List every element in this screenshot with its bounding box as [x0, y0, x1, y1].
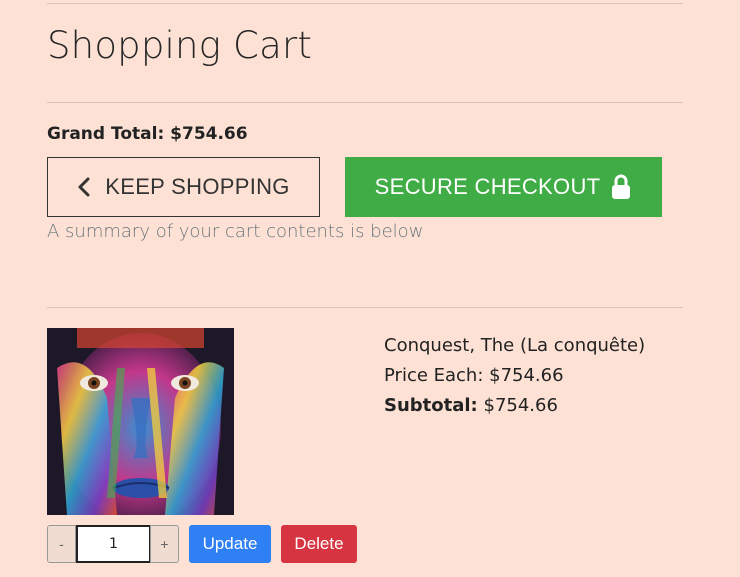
title-divider — [47, 102, 683, 103]
subtotal-value: $754.66 — [477, 395, 558, 416]
subtotal-label: Subtotal: — [384, 395, 478, 416]
items-divider — [47, 307, 683, 308]
cart-page: Shopping Cart Grand Total: $754.66 KEEP … — [0, 0, 740, 577]
quantity-input[interactable] — [76, 525, 151, 563]
quantity-increase-button[interactable]: + — [150, 525, 179, 563]
cart-summary-text: A summary of your cart contents is below — [47, 221, 424, 242]
product-info: Conquest, The (La conquête) Price Each: … — [384, 331, 645, 421]
secure-checkout-label: SECURE CHECKOUT — [374, 174, 601, 199]
product-subtotal: Subtotal: $754.66 — [384, 391, 645, 421]
product-name: Conquest, The (La conquête) — [384, 335, 646, 356]
update-button[interactable]: Update — [189, 525, 271, 563]
top-divider — [47, 3, 683, 4]
lock-icon — [612, 174, 631, 199]
keep-shopping-label: KEEP SHOPPING — [105, 174, 290, 199]
quantity-decrease-button[interactable]: - — [47, 525, 76, 563]
grand-total: Grand Total: $754.66 — [47, 124, 248, 144]
delete-button[interactable]: Delete — [281, 525, 357, 563]
product-price-each: Price Each: $754.66 — [384, 365, 564, 386]
chevron-left-icon — [78, 177, 90, 197]
product-image — [47, 328, 234, 515]
keep-shopping-button[interactable]: KEEP SHOPPING — [47, 157, 320, 217]
secure-checkout-button[interactable]: SECURE CHECKOUT — [345, 157, 662, 217]
page-title: Shopping Cart — [47, 24, 313, 67]
